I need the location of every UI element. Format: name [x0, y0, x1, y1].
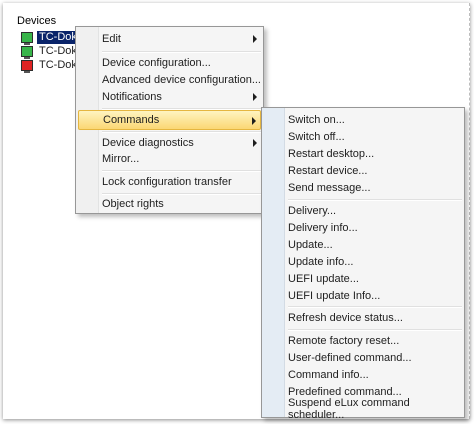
menu-item-label: Commands — [103, 114, 160, 126]
device-online-icon — [21, 45, 33, 59]
submenu-arrow-icon — [253, 139, 257, 147]
menu-item-label: Remote factory reset... — [288, 335, 400, 347]
submenu-arrow-icon — [253, 93, 257, 101]
menu-item-label: UEFI update Info... — [288, 290, 381, 302]
device-offline-icon — [21, 59, 33, 73]
menu-item-mirror[interactable]: Mirror... — [78, 149, 261, 169]
command-suspend-elux-command-scheduler[interactable]: Suspend eLux command scheduler... — [264, 397, 462, 421]
menu-item-label: Notifications — [102, 91, 162, 103]
menu-item-label: Suspend eLux command scheduler... — [288, 397, 410, 421]
menu-item-edit[interactable]: Edit — [78, 29, 261, 49]
menu-item-label: Switch off... — [288, 131, 345, 143]
command-refresh-device-status[interactable]: Refresh device status... — [264, 308, 462, 328]
menu-item-notifications[interactable]: Notifications — [78, 87, 261, 107]
menu-item-label: Mirror... — [102, 153, 140, 165]
submenu-arrow-icon — [252, 117, 256, 125]
menu-item-label: Object rights — [102, 198, 164, 210]
menu-item-label: Device configuration... — [102, 57, 211, 69]
device-context-menu: Edit Device configuration... Advanced de… — [75, 26, 264, 214]
menu-item-label: User-defined command... — [288, 352, 412, 364]
menu-item-label: UEFI update... — [288, 273, 359, 285]
menu-item-label: Switch on... — [288, 114, 345, 126]
menu-item-commands[interactable]: Commands — [78, 110, 261, 130]
menu-item-label: Update... — [288, 239, 333, 251]
menu-item-object-rights[interactable]: Object rights — [78, 194, 261, 214]
commands-submenu: Switch on... Switch off... Restart deskt… — [261, 107, 465, 421]
menu-item-label: Delivery... — [288, 205, 337, 217]
command-send-message[interactable]: Send message... — [264, 178, 462, 198]
menu-item-label: Send message... — [288, 182, 371, 194]
devices-tree-header: Devices — [17, 15, 57, 27]
menu-item-label: Edit — [102, 33, 121, 45]
menu-item-label: Delivery info... — [288, 222, 358, 234]
menu-item-label: Refresh device status... — [288, 312, 403, 324]
menu-item-label: Command info... — [288, 369, 369, 381]
menu-item-label: Restart device... — [288, 165, 368, 177]
menu-item-label: Lock configuration transfer — [102, 176, 232, 188]
menu-item-lock-configuration-transfer[interactable]: Lock configuration transfer — [78, 172, 261, 192]
menu-item-label: Device diagnostics — [102, 137, 194, 149]
menu-item-label: Advanced device configuration... — [102, 74, 261, 86]
menu-item-label: Update info... — [288, 256, 354, 268]
menu-item-label: Restart desktop... — [288, 148, 375, 160]
device-online-icon — [21, 31, 33, 45]
submenu-arrow-icon — [253, 35, 257, 43]
command-uefi-update-info[interactable]: UEFI update Info... — [264, 286, 462, 306]
